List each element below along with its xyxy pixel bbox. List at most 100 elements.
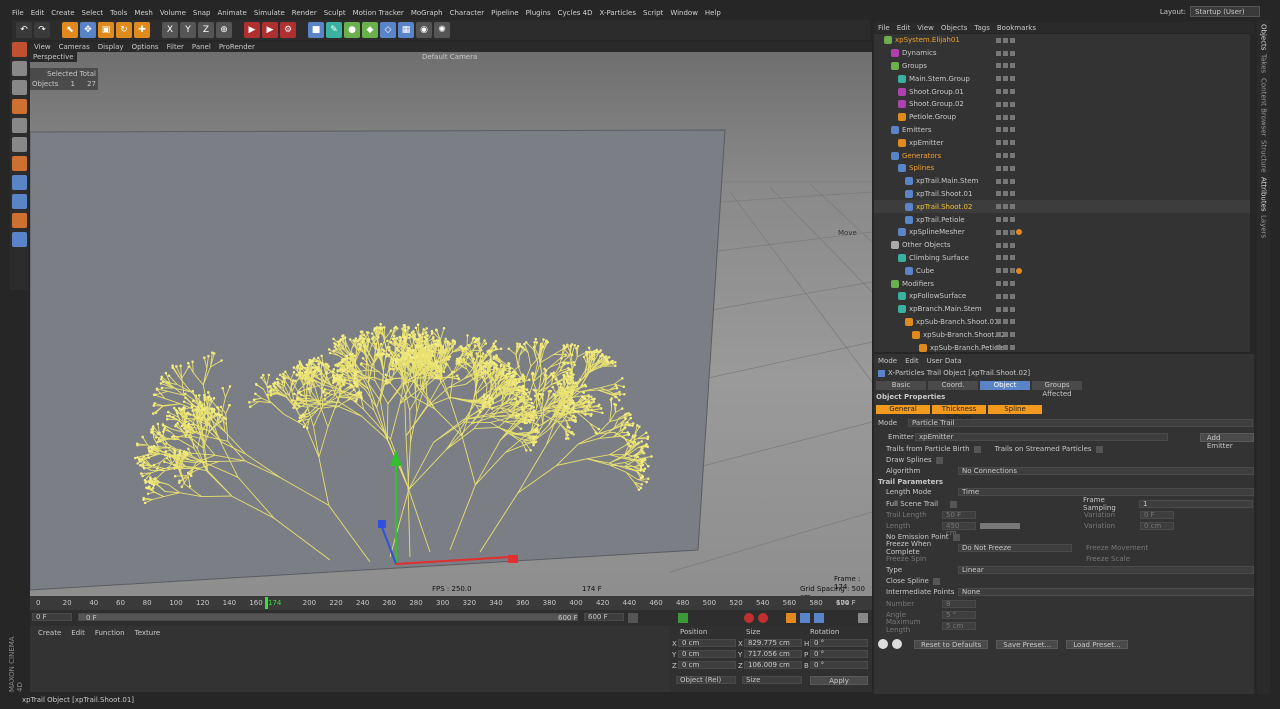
- recent-tools-icon[interactable]: ✚: [134, 22, 150, 38]
- flag-dot-icon[interactable]: [1003, 268, 1008, 274]
- trail-length-field[interactable]: 50 F: [942, 511, 976, 519]
- object-name[interactable]: xpTrail.Main.Stem: [916, 177, 978, 185]
- flag-dot-icon[interactable]: [1010, 242, 1015, 248]
- flag-dot-icon[interactable]: [1003, 217, 1008, 223]
- viewport-perspective[interactable]: Perspective Default Camera Selected Tota…: [30, 52, 872, 596]
- viewport-menu-view[interactable]: View: [34, 43, 51, 51]
- visibility-flags[interactable]: [996, 268, 1017, 274]
- help-icon[interactable]: [892, 639, 902, 649]
- viewport-menu-prorender[interactable]: ProRender: [219, 43, 255, 51]
- flag-dot-icon[interactable]: [1010, 101, 1015, 107]
- visibility-flags[interactable]: [996, 204, 1017, 210]
- object-row[interactable]: xpSub-Branch.Shoot.01: [874, 316, 1250, 329]
- object-row[interactable]: xpSub-Branch.Petiole: [874, 341, 1250, 352]
- object-name[interactable]: Generators: [902, 152, 941, 160]
- material-menu-texture[interactable]: Texture: [135, 629, 161, 637]
- visibility-flags[interactable]: [996, 37, 1017, 43]
- play-icon[interactable]: [678, 613, 688, 623]
- rotation-field[interactable]: 0 °: [810, 661, 868, 669]
- menu-plugins[interactable]: Plugins: [526, 9, 551, 17]
- right-tab-structure[interactable]: Structure: [1260, 140, 1268, 173]
- tab-coord-[interactable]: Coord.: [928, 380, 978, 390]
- max-length-field[interactable]: 5 cm: [942, 622, 976, 630]
- flag-dot-icon[interactable]: [1010, 217, 1015, 223]
- flag-dot-icon[interactable]: [996, 229, 1001, 235]
- object-row[interactable]: Shoot.Group.01: [874, 85, 1250, 98]
- menu-volume[interactable]: Volume: [160, 9, 186, 17]
- am-menu-mode[interactable]: Mode: [878, 357, 897, 365]
- right-tab-layers[interactable]: Layers: [1260, 215, 1268, 238]
- flag-dot-icon[interactable]: [996, 178, 1001, 184]
- object-row[interactable]: Splines: [874, 162, 1250, 175]
- flag-dot-icon[interactable]: [1003, 293, 1008, 299]
- angle-field[interactable]: 5 °: [942, 611, 976, 619]
- flag-dot-icon[interactable]: [1010, 63, 1015, 69]
- freeze-dropdown[interactable]: Do Not Freeze: [958, 544, 1072, 552]
- flag-dot-icon[interactable]: [996, 242, 1001, 248]
- menu-simulate[interactable]: Simulate: [254, 9, 285, 17]
- spline-pen-icon[interactable]: ✎: [326, 22, 342, 38]
- rotate-tool-icon[interactable]: ↻: [116, 22, 132, 38]
- z-axis-icon[interactable]: Z: [198, 22, 214, 38]
- flag-dot-icon[interactable]: [1003, 319, 1008, 325]
- apply-button[interactable]: Apply: [810, 676, 868, 685]
- flag-dot-icon[interactable]: [1003, 50, 1008, 56]
- right-tab-content-browser[interactable]: Content Browser: [1260, 78, 1268, 136]
- texture-mode-icon[interactable]: [11, 80, 27, 95]
- object-name[interactable]: Main.Stem.Group: [909, 75, 970, 83]
- material-menu-create[interactable]: Create: [38, 629, 61, 637]
- flag-dot-icon[interactable]: [1003, 140, 1008, 146]
- coordinate-system-icon[interactable]: ⊕: [216, 22, 232, 38]
- flag-dot-icon[interactable]: [1003, 114, 1008, 120]
- object-row[interactable]: xpSystem.Elijah01: [874, 34, 1250, 47]
- object-name[interactable]: Dynamics: [902, 49, 937, 57]
- edges-mode-icon[interactable]: [11, 137, 27, 152]
- am-menu-edit[interactable]: Edit: [905, 357, 919, 365]
- flag-dot-icon[interactable]: [1003, 191, 1008, 197]
- flag-dot-icon[interactable]: [996, 165, 1001, 171]
- flag-dot-icon[interactable]: [1003, 204, 1008, 210]
- visibility-flags[interactable]: [996, 281, 1017, 287]
- object-name[interactable]: xpSub-Branch.Shoot.02: [923, 331, 1005, 339]
- save-preset-button[interactable]: Save Preset...: [996, 639, 1059, 649]
- length-slider[interactable]: [980, 523, 1020, 529]
- flag-dot-icon[interactable]: [996, 281, 1001, 287]
- am-menu-user-data[interactable]: User Data: [927, 357, 962, 365]
- menu-tools[interactable]: Tools: [110, 9, 127, 17]
- flag-dot-icon[interactable]: [1010, 191, 1015, 197]
- object-name[interactable]: Petiole.Group: [909, 113, 956, 121]
- object-row[interactable]: xpBranch.Main.Stem: [874, 303, 1250, 316]
- flag-dot-icon[interactable]: [1003, 332, 1008, 338]
- key-position-icon[interactable]: [786, 613, 796, 623]
- flag-dot-icon[interactable]: [1003, 37, 1008, 43]
- object-row[interactable]: Petiole.Group: [874, 111, 1250, 124]
- flag-dot-icon[interactable]: [1010, 319, 1015, 325]
- flag-dot-icon[interactable]: [1010, 165, 1015, 171]
- viewport-menu-options[interactable]: Options: [132, 43, 159, 51]
- menu-help[interactable]: Help: [705, 9, 721, 17]
- flag-dot-icon[interactable]: [1010, 345, 1015, 351]
- om-menu-edit[interactable]: Edit: [897, 24, 911, 32]
- scale-tool-icon[interactable]: ▣: [98, 22, 114, 38]
- object-name[interactable]: Groups: [902, 62, 927, 70]
- object-row[interactable]: xpEmitter: [874, 136, 1250, 149]
- visibility-flags[interactable]: [996, 89, 1017, 95]
- object-name[interactable]: Shoot.Group.02: [909, 100, 964, 108]
- flag-dot-icon[interactable]: [1003, 345, 1008, 351]
- menu-mograph[interactable]: MoGraph: [411, 9, 443, 17]
- flag-dot-icon[interactable]: [1010, 127, 1015, 133]
- type-dropdown[interactable]: Linear: [958, 566, 1254, 574]
- variation2-field[interactable]: 0 cm: [1140, 522, 1174, 530]
- tab-object[interactable]: Object: [980, 380, 1030, 390]
- record-icon[interactable]: [744, 613, 754, 623]
- om-menu-objects[interactable]: Objects: [941, 24, 967, 32]
- visibility-flags[interactable]: [996, 293, 1017, 299]
- trails-birth-checkbox[interactable]: [973, 445, 981, 453]
- visibility-flags[interactable]: [996, 114, 1017, 120]
- object-row[interactable]: Dynamics: [874, 47, 1250, 60]
- visibility-flags[interactable]: [996, 306, 1017, 312]
- intermediate-dropdown[interactable]: None: [958, 588, 1254, 596]
- flag-dot-icon[interactable]: [996, 255, 1001, 261]
- object-row[interactable]: xpSplineMesher: [874, 226, 1250, 239]
- flag-dot-icon[interactable]: [1003, 89, 1008, 95]
